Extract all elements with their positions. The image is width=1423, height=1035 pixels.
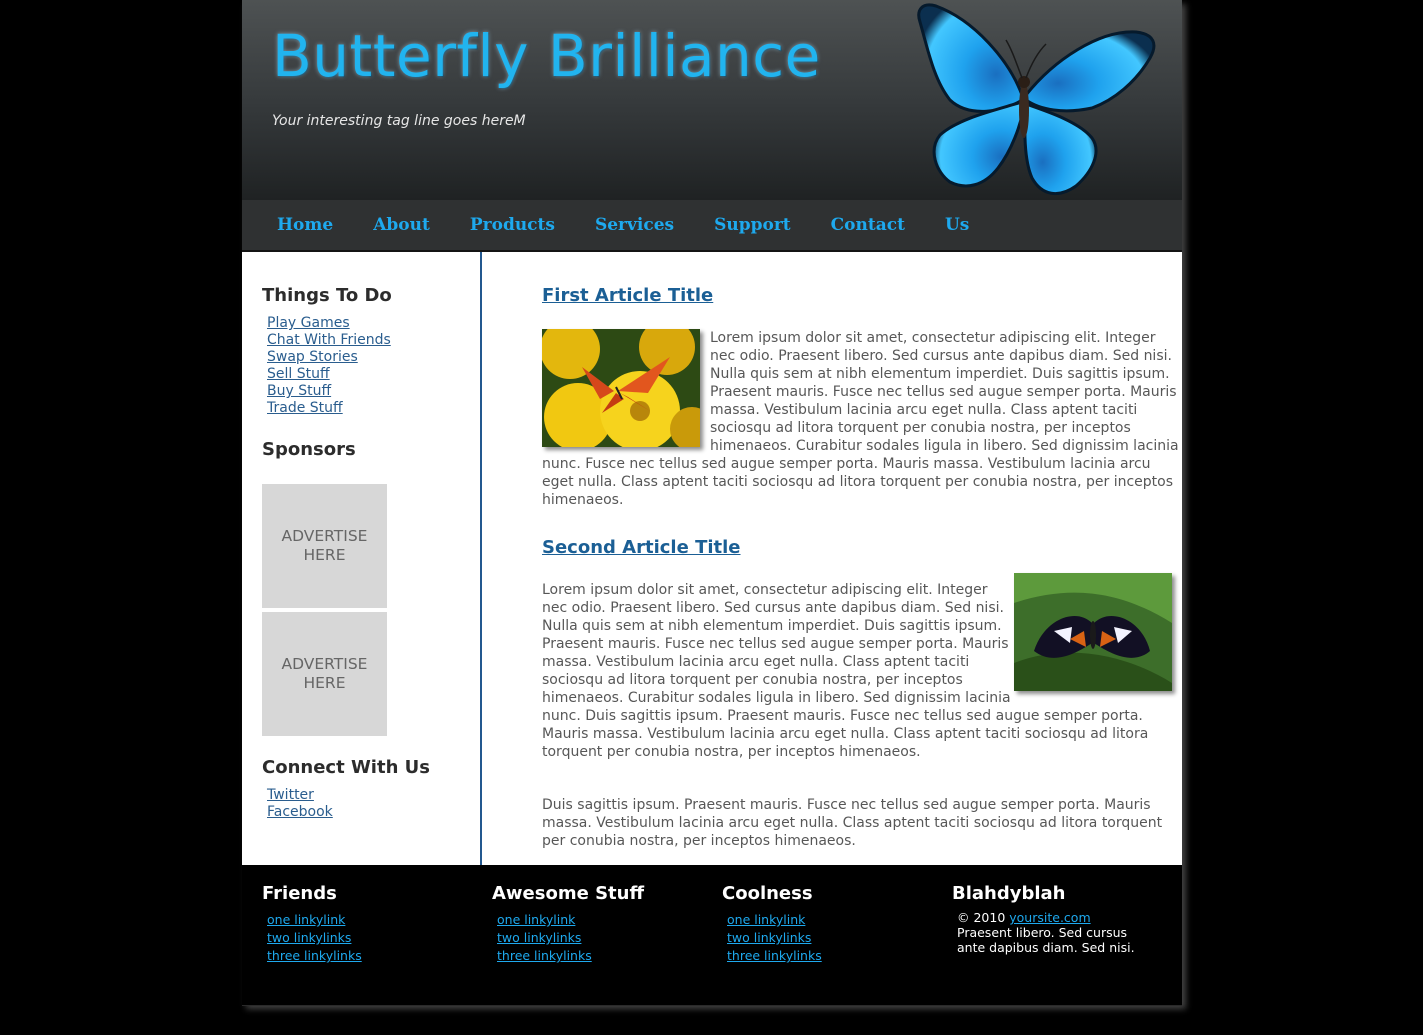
main-nav: Home About Products Services Support Con… [242,200,1182,252]
link-twitter[interactable]: Twitter [267,787,314,803]
list-item: two linkylinks [727,929,942,947]
advertise-box[interactable]: ADVERTISE HERE [262,484,387,608]
nav-item-contact[interactable]: Contact [831,200,905,250]
ad-text-line2: HERE [303,674,346,692]
nav-item-home[interactable]: Home [277,200,333,250]
list-item: Trade Stuff [267,400,391,417]
page-container: Butterfly Brilliance Your interesting ta… [242,0,1182,1006]
list-item: three linkylinks [497,947,712,965]
footer-link[interactable]: two linkylinks [267,930,351,945]
nav-item-services[interactable]: Services [595,200,674,250]
site-footer: Friends one linkylink two linkylinks thr… [242,865,1182,1006]
footer-link[interactable]: three linkylinks [727,948,822,963]
footer-column-awesome-stuff: Awesome Stuff one linkylink two linkylin… [492,883,712,965]
link-sell-stuff[interactable]: Sell Stuff [267,366,330,382]
list-item: one linkylink [267,911,482,929]
sidebar: Things To Do Play Games Chat With Friend… [242,252,482,865]
footer-link[interactable]: three linkylinks [267,948,362,963]
list-item: Twitter [267,787,333,804]
footer-link-list: one linkylink two linkylinks three linky… [727,911,942,965]
list-item: Buy Stuff [267,383,391,400]
connect-heading: Connect With Us [262,757,430,778]
link-trade-stuff[interactable]: Trade Stuff [267,400,343,416]
footer-heading: Awesome Stuff [492,883,645,904]
footer-heading: Coolness [722,883,813,904]
link-facebook[interactable]: Facebook [267,804,333,820]
link-buy-stuff[interactable]: Buy Stuff [267,383,331,399]
main-content: First Article Title Lorem ipsum dolor si… [542,252,1182,865]
site-title[interactable]: Butterfly Brilliance [272,22,821,90]
footer-link-list: one linkylink two linkylinks three linky… [267,911,482,965]
ad-text-line2: HERE [303,546,346,564]
footer-link[interactable]: three linkylinks [497,948,592,963]
nav-item-us[interactable]: Us [945,200,969,250]
advertise-box[interactable]: ADVERTISE HERE [262,612,387,736]
second-article-title[interactable]: Second Article Title [542,537,741,558]
list-item: two linkylinks [267,929,482,947]
list-item: Chat With Friends [267,332,391,349]
yoursite-link[interactable]: yoursite.com [1009,910,1090,925]
footer-heading: Friends [262,883,337,904]
site-header: Butterfly Brilliance Your interesting ta… [242,0,1182,200]
footer-link[interactable]: two linkylinks [497,930,581,945]
footer-link[interactable]: one linkylink [497,912,575,927]
things-to-do-heading: Things To Do [262,285,392,306]
connect-list: Twitter Facebook [267,787,333,821]
link-chat-with-friends[interactable]: Chat With Friends [267,332,391,348]
black-orange-butterfly-on-leaf-icon [1014,573,1172,691]
things-to-do-list: Play Games Chat With Friends Swap Storie… [267,315,391,417]
orange-butterfly-on-yellow-flowers-icon [542,329,700,447]
footer-column-friends: Friends one linkylink two linkylinks thr… [262,883,482,965]
list-item: two linkylinks [497,929,712,947]
link-swap-stories[interactable]: Swap Stories [267,349,358,365]
nav-item-support[interactable]: Support [714,200,791,250]
nav-item-products[interactable]: Products [470,200,555,250]
footer-link[interactable]: one linkylink [727,912,805,927]
site-tagline: Your interesting tag line goes hereM [272,113,526,129]
ad-text-line1: ADVERTISE [281,655,368,673]
footer-heading: Blahdyblah [952,883,1066,904]
ad-text-line1: ADVERTISE [281,527,368,545]
list-item: three linkylinks [267,947,482,965]
footer-blurb: Praesent libero. Sed cursus ante dapibus… [957,925,1135,955]
link-play-games[interactable]: Play Games [267,315,350,331]
sponsors-heading: Sponsors [262,439,356,460]
list-item: Play Games [267,315,391,332]
footer-column-coolness: Coolness one linkylink two linkylinks th… [722,883,942,965]
footer-link[interactable]: one linkylink [267,912,345,927]
list-item: one linkylink [497,911,712,929]
first-article-title[interactable]: First Article Title [542,285,713,306]
list-item: Swap Stories [267,349,391,366]
list-item: Sell Stuff [267,366,391,383]
list-item: one linkylink [727,911,942,929]
footer-copyright: © 2010 yoursite.com Praesent libero. Sed… [957,910,1147,955]
article-text-2: Duis sagittis ipsum. Praesent mauris. Fu… [542,797,1163,849]
blue-morpho-butterfly-icon [917,3,1156,195]
footer-link-list: one linkylink two linkylinks three linky… [497,911,712,965]
nav-item-about[interactable]: About [373,200,430,250]
list-item: Facebook [267,804,333,821]
footer-column-blahdyblah: Blahdyblah © 2010 yoursite.com Praesent … [952,883,1172,955]
first-article-body: Lorem ipsum dolor sit amet, consectetur … [542,329,1182,509]
second-article-body: Lorem ipsum dolor sit amet, consectetur … [542,573,1182,850]
list-item: three linkylinks [727,947,942,965]
copyright-text: © 2010 [957,910,1010,925]
footer-link[interactable]: two linkylinks [727,930,811,945]
